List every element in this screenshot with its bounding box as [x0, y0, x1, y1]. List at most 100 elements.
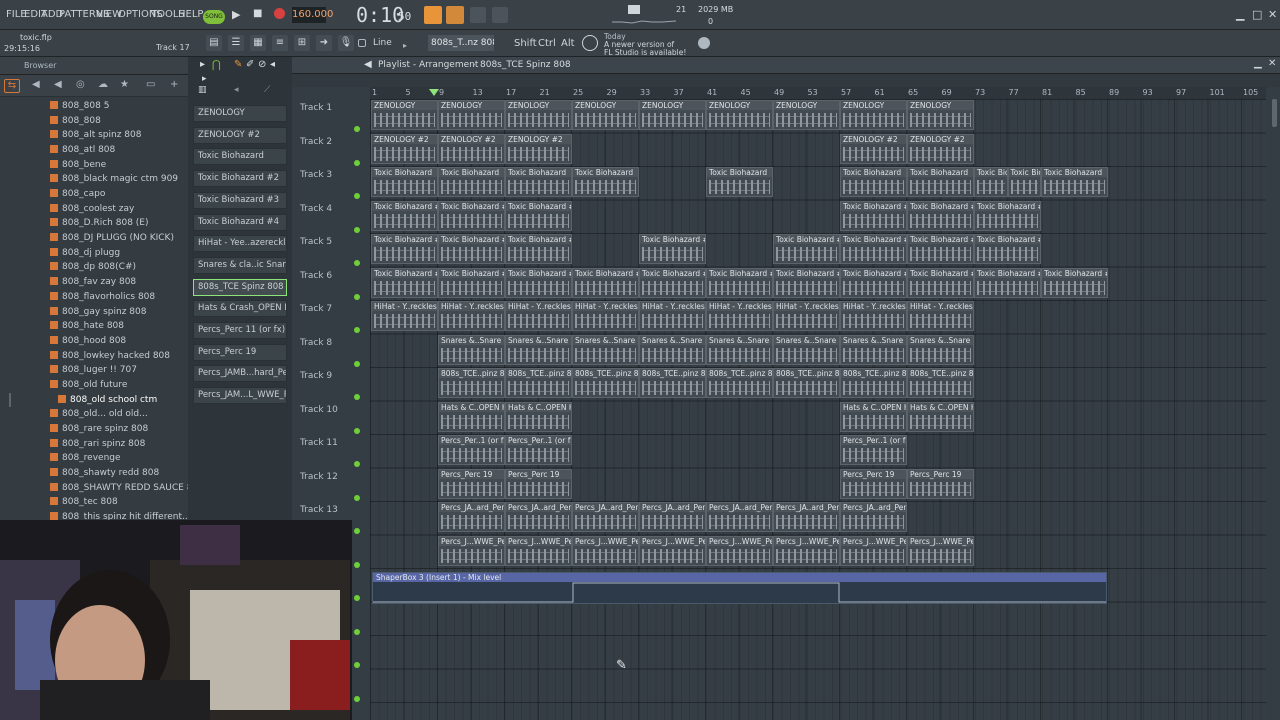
pattern-clip[interactable]: Percs_J...WWE_Perc [572, 535, 639, 566]
pattern-clip[interactable]: 808s_TCE..pinz 808 [505, 368, 572, 398]
pattern-clip[interactable]: Toxic Biohazard #4 [639, 267, 706, 298]
minimize-window-icon[interactable]: ▁ [1236, 8, 1244, 21]
pattern-clip[interactable]: Toxic Biohazard [706, 167, 773, 197]
pattern-song-icon[interactable] [424, 6, 442, 24]
track-name[interactable]: Track 2 [300, 137, 332, 147]
pattern-clip[interactable]: HiHat - Y..reckless [438, 301, 505, 331]
track-name[interactable]: Track 13 [300, 505, 338, 515]
pattern-clip[interactable]: ZENOLOGY [773, 100, 840, 130]
browser-item[interactable]: 808_alt spinz 808 [50, 130, 141, 140]
channel-item[interactable]: Toxic Biohazard #2 [193, 170, 287, 188]
pattern-clip[interactable]: Percs_Perc 19 [840, 468, 907, 499]
pattern-clip[interactable]: Toxic Biohazard [1007, 167, 1041, 197]
folder-icon[interactable]: ▭ [146, 79, 155, 90]
pattern-clip[interactable]: Toxic Biohazard #3 [840, 234, 907, 264]
pattern-clip[interactable]: HiHat - Y..reckless [706, 301, 773, 331]
browser-item[interactable]: 808_revenge [50, 453, 121, 463]
pattern-clip[interactable]: Toxic Biohazard [1041, 167, 1108, 197]
track-mute-led[interactable] [354, 695, 360, 702]
maximize-window-icon[interactable]: □ [1252, 8, 1262, 21]
channel-item[interactable]: 808s_TCE Spinz 808 [193, 278, 287, 296]
track-mute-led[interactable] [354, 662, 360, 668]
browser-item[interactable]: 808_coolest zay [50, 203, 134, 214]
pattern-clip[interactable]: Snares &..Snare (8) [572, 334, 639, 365]
snap-tree-icon[interactable]: ◀ [54, 79, 62, 90]
playlist-ruler[interactable]: 1 5 9 13 17 21 25 29 33 37 41 45 49 53 57 61 65 69 73 77 81 8… [370, 87, 1266, 99]
track-mute-led[interactable] [354, 394, 360, 400]
pattern-clip[interactable]: Percs_J...WWE_Perc [438, 535, 505, 566]
pattern-clip[interactable]: Toxic Biohazard #3 [505, 234, 572, 264]
track-mute-led[interactable] [354, 628, 360, 635]
tool-delete-icon[interactable]: ⊘ [258, 59, 266, 70]
track-mute-led[interactable] [354, 360, 360, 367]
channel-item[interactable]: Toxic Biohazard #4 [193, 213, 287, 231]
tool-magnet-icon[interactable]: ⋂ [212, 58, 221, 71]
snap-dropdown-chevron-icon[interactable]: ▸ [403, 41, 407, 50]
pattern-clip[interactable]: ZENOLOGY [907, 100, 974, 130]
pattern-clip[interactable]: 808s_TCE..pinz 808 [840, 368, 907, 398]
pattern-clip[interactable]: HiHat - Y..reckless [639, 301, 706, 331]
pattern-clip[interactable]: Toxic Biohazard #4 [572, 267, 639, 298]
browser-item[interactable]: 808_old... old old... [50, 409, 148, 419]
piano-icon[interactable]: ▥ [198, 85, 212, 97]
pattern-clip[interactable]: Snares &..Snare (8) [840, 334, 907, 365]
globe-icon[interactable]: ◎ [76, 79, 85, 90]
song-mode-toggle[interactable]: SONG [203, 10, 225, 24]
close-window-icon[interactable]: ✕ [1268, 8, 1277, 21]
pattern-clip[interactable]: Toxic Biohazard #4 [907, 267, 974, 298]
cloud-icon[interactable]: ☁ [98, 79, 108, 90]
pattern-clip[interactable]: 808s_TCE..pinz 808 [706, 368, 773, 398]
add-icon[interactable]: + [170, 79, 178, 90]
playlist-minimize-icon[interactable]: ▁ [1254, 58, 1262, 69]
browser-item[interactable]: 808_hate 808 [50, 321, 124, 331]
pattern-clip[interactable]: Percs_Per..1 (or fx) [840, 435, 907, 465]
mixer-window-icon[interactable]: ≡ [272, 35, 288, 51]
pattern-clip[interactable]: Toxic Biohazard [974, 167, 1008, 197]
track-name[interactable]: Track 1 [300, 103, 332, 113]
browser-window-icon[interactable]: ⊞ [294, 35, 310, 51]
track-mute-led[interactable] [354, 461, 360, 467]
tempo-display[interactable]: 160.000 [292, 7, 333, 23]
track-mute-led[interactable] [354, 595, 360, 601]
track-mute-led[interactable] [354, 528, 360, 534]
channel-item[interactable]: HiHat - Yee..azereckless [193, 235, 287, 253]
pattern-clip[interactable]: Toxic Biohazard #4 [773, 267, 840, 298]
playlist-close-icon[interactable]: ✕ [1268, 58, 1276, 69]
pattern-clip[interactable]: ZENOLOGY #2 [907, 133, 974, 164]
pattern-clip[interactable]: Percs_JA..ard_Perc [706, 502, 773, 532]
snap-selector[interactable]: Line [373, 38, 392, 48]
pattern-clip[interactable]: 808s_TCE..pinz 808 [907, 368, 974, 398]
track-mute-led[interactable] [354, 226, 360, 233]
pattern-clip[interactable]: HiHat - Y..reckless [505, 301, 572, 331]
pattern-clip[interactable]: Toxic Biohazard #2 [371, 200, 438, 231]
pattern-clip[interactable]: ZENOLOGY [840, 100, 907, 130]
pattern-clip[interactable]: Percs_J...WWE_Perc [706, 535, 773, 566]
browser-item[interactable]: 808_capo [50, 189, 105, 199]
browser-item[interactable]: 808_old school ctm [58, 394, 157, 405]
pattern-clip[interactable]: 808s_TCE..pinz 808 [572, 368, 639, 398]
tool-options-arrow-icon[interactable]: ▸ [200, 59, 205, 70]
track-mute-led[interactable] [354, 494, 360, 501]
pattern-clip[interactable]: Toxic Biohazard #4 [1041, 267, 1108, 298]
browser-item[interactable]: 808_808 [50, 115, 101, 126]
pattern-clip[interactable]: Toxic Biohazard [505, 167, 572, 197]
channel-item[interactable]: Percs_JAM...L_WWE_Perc [193, 387, 287, 405]
automation-clip-icon[interactable]: ⟋ [264, 85, 278, 97]
pattern-clip[interactable]: Hats & C..OPEN HAT [907, 401, 974, 432]
pattern-clip[interactable]: Toxic Biohazard [840, 167, 907, 197]
tool-paint-icon[interactable]: ✐ [246, 59, 254, 70]
pattern-clip[interactable]: ZENOLOGY [639, 100, 706, 130]
pattern-clip[interactable]: Snares &..Snare (8) [438, 334, 505, 365]
track-name[interactable]: Track 9 [300, 371, 332, 381]
pattern-clip[interactable]: ZENOLOGY #2 [438, 133, 505, 164]
track-name[interactable]: Track 10 [300, 405, 338, 415]
star-icon[interactable]: ★ [120, 79, 129, 90]
playlist-arrow-icon[interactable]: ◀ [364, 59, 372, 70]
pattern-clip[interactable]: Percs_JA..ard_Perc [639, 502, 706, 532]
pattern-clip[interactable]: Toxic Biohazard #2 [974, 200, 1041, 231]
pattern-clip[interactable]: ZENOLOGY [438, 100, 505, 130]
browser-item[interactable]: 808_black magic ctm 909 [50, 174, 178, 184]
browser-item[interactable]: 808_808 5 [50, 101, 109, 111]
track-mute-led[interactable] [354, 327, 360, 333]
collapse-icon[interactable]: ◀ [32, 79, 40, 90]
